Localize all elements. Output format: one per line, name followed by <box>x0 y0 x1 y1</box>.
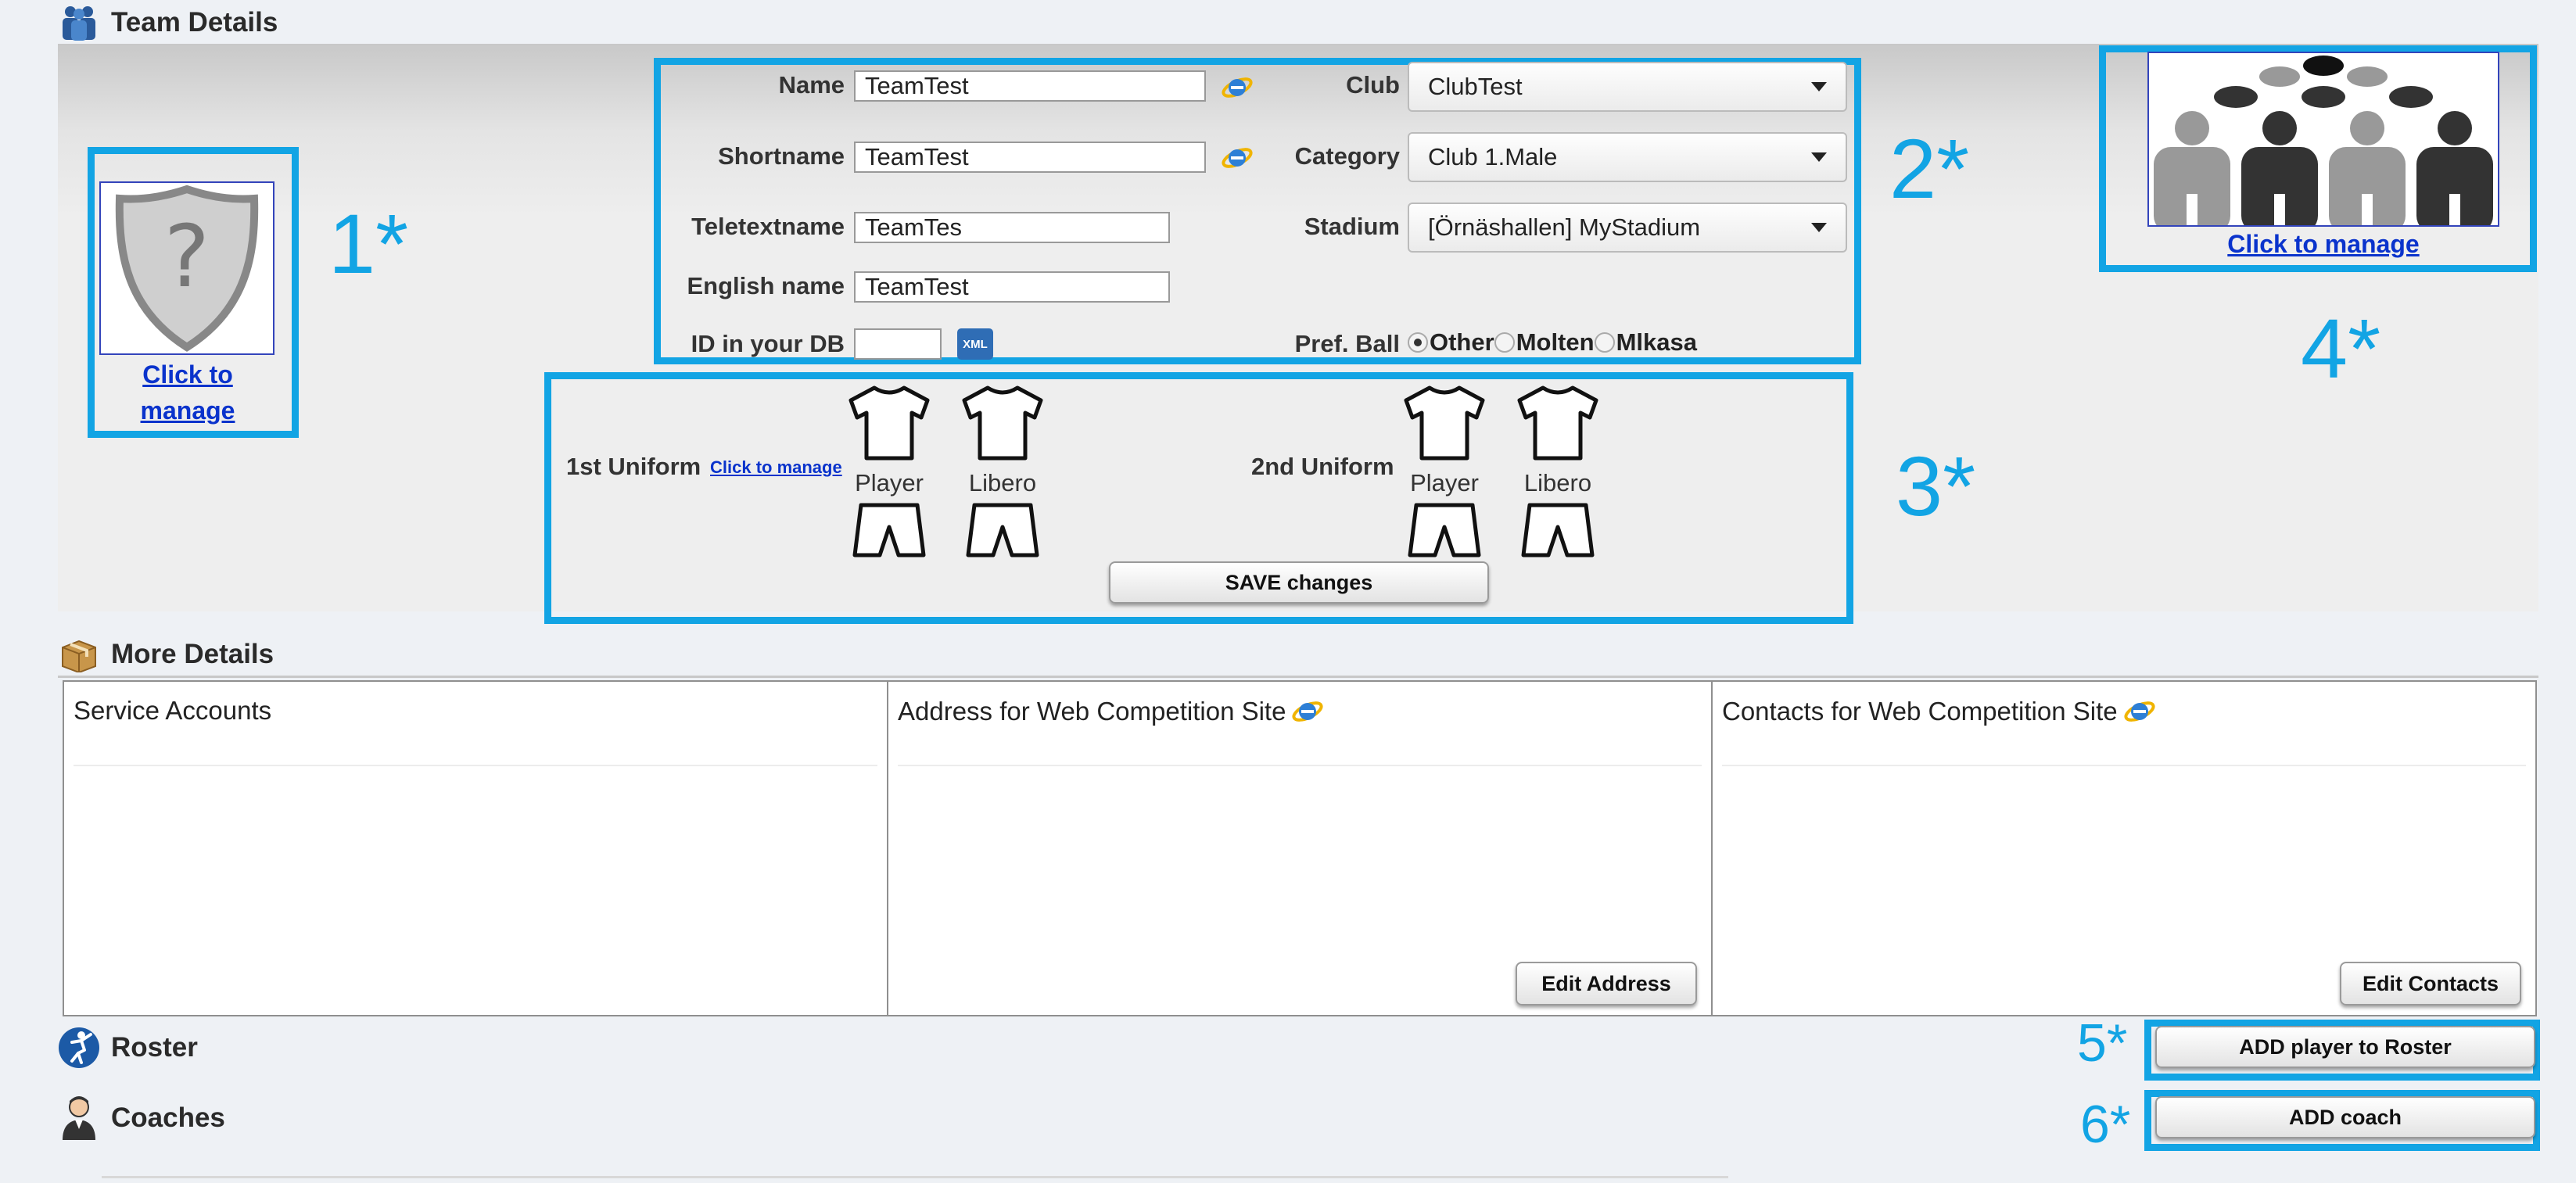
radio-other-label: Other <box>1430 328 1494 356</box>
callout-4: 4* <box>2301 301 2381 396</box>
shortname-label: Shortname <box>718 142 845 170</box>
divider <box>1722 765 2526 766</box>
svg-text:?: ? <box>164 206 210 307</box>
category-label: Category <box>1294 142 1400 170</box>
first-uniform-libero-label: Libero <box>968 469 1037 497</box>
radio-molten-label: Molten <box>1516 328 1595 356</box>
pref-ball-label: Pref. Ball <box>1294 330 1400 357</box>
radio-mlkasa-label: Mlkasa <box>1616 328 1697 356</box>
team-photo-manage-link[interactable]: Click to manage <box>2147 230 2499 259</box>
libero-shorts-icon[interactable] <box>965 500 1040 560</box>
shortname-input[interactable] <box>854 142 1206 173</box>
libero-shirt-icon[interactable] <box>960 383 1046 461</box>
box-icon <box>62 640 96 672</box>
coach-icon <box>63 1096 95 1140</box>
contacts-title-text: Contacts for Web Competition Site <box>1722 697 2118 726</box>
team-people-icon <box>2154 56 2493 225</box>
english-name-input[interactable] <box>854 271 1170 303</box>
chevron-down-icon <box>1811 152 1827 162</box>
radio-mlkasa[interactable] <box>1594 332 1615 353</box>
callout-5: 5* <box>2077 1013 2128 1073</box>
name-input[interactable] <box>854 70 1206 102</box>
name-label: Name <box>778 71 845 99</box>
add-coach-button[interactable]: ADD coach <box>2155 1096 2535 1138</box>
contacts-title: Contacts for Web Competition Site <box>1722 696 2155 727</box>
category-select[interactable]: Club 1.Male <box>1408 132 1847 182</box>
stadium-select[interactable]: [Örnäshallen] MyStadium <box>1408 203 1847 253</box>
second-uniform-libero-label: Libero <box>1523 469 1592 497</box>
player-shorts-icon[interactable] <box>1407 500 1482 560</box>
add-player-button[interactable]: ADD player to Roster <box>2155 1026 2535 1068</box>
chevron-down-icon <box>1811 82 1827 91</box>
second-uniform-label: 2nd Uniform <box>1251 453 1394 480</box>
coaches-title: Coaches <box>111 1102 225 1133</box>
pref-ball-radios: Other Molten Mlkasa <box>1408 328 1697 357</box>
radio-other[interactable] <box>1408 332 1428 353</box>
teletextname-input[interactable] <box>854 212 1170 243</box>
more-details-rule <box>58 676 2538 678</box>
second-uniform-player-label: Player <box>1410 469 1479 497</box>
service-accounts-title: Service Accounts <box>74 696 271 726</box>
coaches-header: Coaches <box>58 1095 225 1142</box>
player-shirt-icon[interactable] <box>846 383 932 461</box>
stadium-label: Stadium <box>1304 213 1400 240</box>
club-select-value: ClubTest <box>1428 73 1523 100</box>
xml-badge[interactable]: XML <box>957 328 993 360</box>
callout-2: 2* <box>1889 121 1970 216</box>
more-details-header: More Details <box>58 633 274 676</box>
ie-icon[interactable] <box>1222 142 1253 174</box>
id-db-input[interactable] <box>854 328 942 360</box>
team-photo[interactable] <box>2147 52 2499 227</box>
save-changes-button[interactable]: SAVE changes <box>1109 561 1489 604</box>
category-select-value: Club 1.Male <box>1428 143 1558 170</box>
service-accounts-title-text: Service Accounts <box>74 696 272 725</box>
first-uniform-player-label: Player <box>855 469 924 497</box>
contacts-panel: Contacts for Web Competition Site Edit C… <box>1711 680 2537 1016</box>
club-select[interactable]: ClubTest <box>1408 62 1847 112</box>
roster-title: Roster <box>111 1032 198 1063</box>
team-icon <box>63 6 95 41</box>
address-title-text: Address for Web Competition Site <box>898 697 1286 726</box>
first-uniform-manage-link[interactable]: Click to manage <box>710 457 842 478</box>
player-shirt-icon[interactable] <box>1401 383 1487 461</box>
shield-question-icon: ? <box>115 185 259 352</box>
volleyball-player-icon <box>59 1027 99 1068</box>
address-panel: Address for Web Competition Site Edit Ad… <box>887 680 1713 1016</box>
ie-icon[interactable] <box>1222 72 1253 103</box>
address-title: Address for Web Competition Site <box>898 696 1324 727</box>
stadium-select-value: [Örnäshallen] MyStadium <box>1428 213 1701 241</box>
ie-icon[interactable] <box>1292 696 1324 727</box>
bottom-divider <box>102 1176 1728 1178</box>
team-details-title: Team Details <box>111 7 278 38</box>
first-uniform-label: 1st Uniform <box>566 453 701 480</box>
divider <box>898 765 1702 766</box>
callout-1: 1* <box>328 196 409 291</box>
edit-address-button[interactable]: Edit Address <box>1516 962 1697 1006</box>
player-shorts-icon[interactable] <box>852 500 927 560</box>
libero-shorts-icon[interactable] <box>1520 500 1595 560</box>
callout-6: 6* <box>2080 1095 2131 1154</box>
more-details-title: More Details <box>111 639 274 669</box>
club-label: Club <box>1346 71 1400 99</box>
english-name-label: English name <box>687 272 845 299</box>
logo-manage-link[interactable]: Click to manage <box>102 357 274 428</box>
edit-contacts-button[interactable]: Edit Contacts <box>2340 962 2521 1006</box>
radio-molten[interactable] <box>1494 332 1515 353</box>
teletextname-label: Teletextname <box>691 213 845 240</box>
id-db-label: ID in your DB <box>691 330 845 357</box>
team-details-header: Team Details <box>58 2 278 44</box>
libero-shirt-icon[interactable] <box>1515 383 1601 461</box>
team-logo[interactable]: ? <box>99 181 274 355</box>
callout-3: 3* <box>1896 439 1976 533</box>
service-accounts-panel: Service Accounts <box>63 680 888 1016</box>
ie-icon[interactable] <box>2124 696 2155 727</box>
roster-header: Roster <box>58 1026 198 1070</box>
chevron-down-icon <box>1811 223 1827 232</box>
divider <box>74 765 877 766</box>
